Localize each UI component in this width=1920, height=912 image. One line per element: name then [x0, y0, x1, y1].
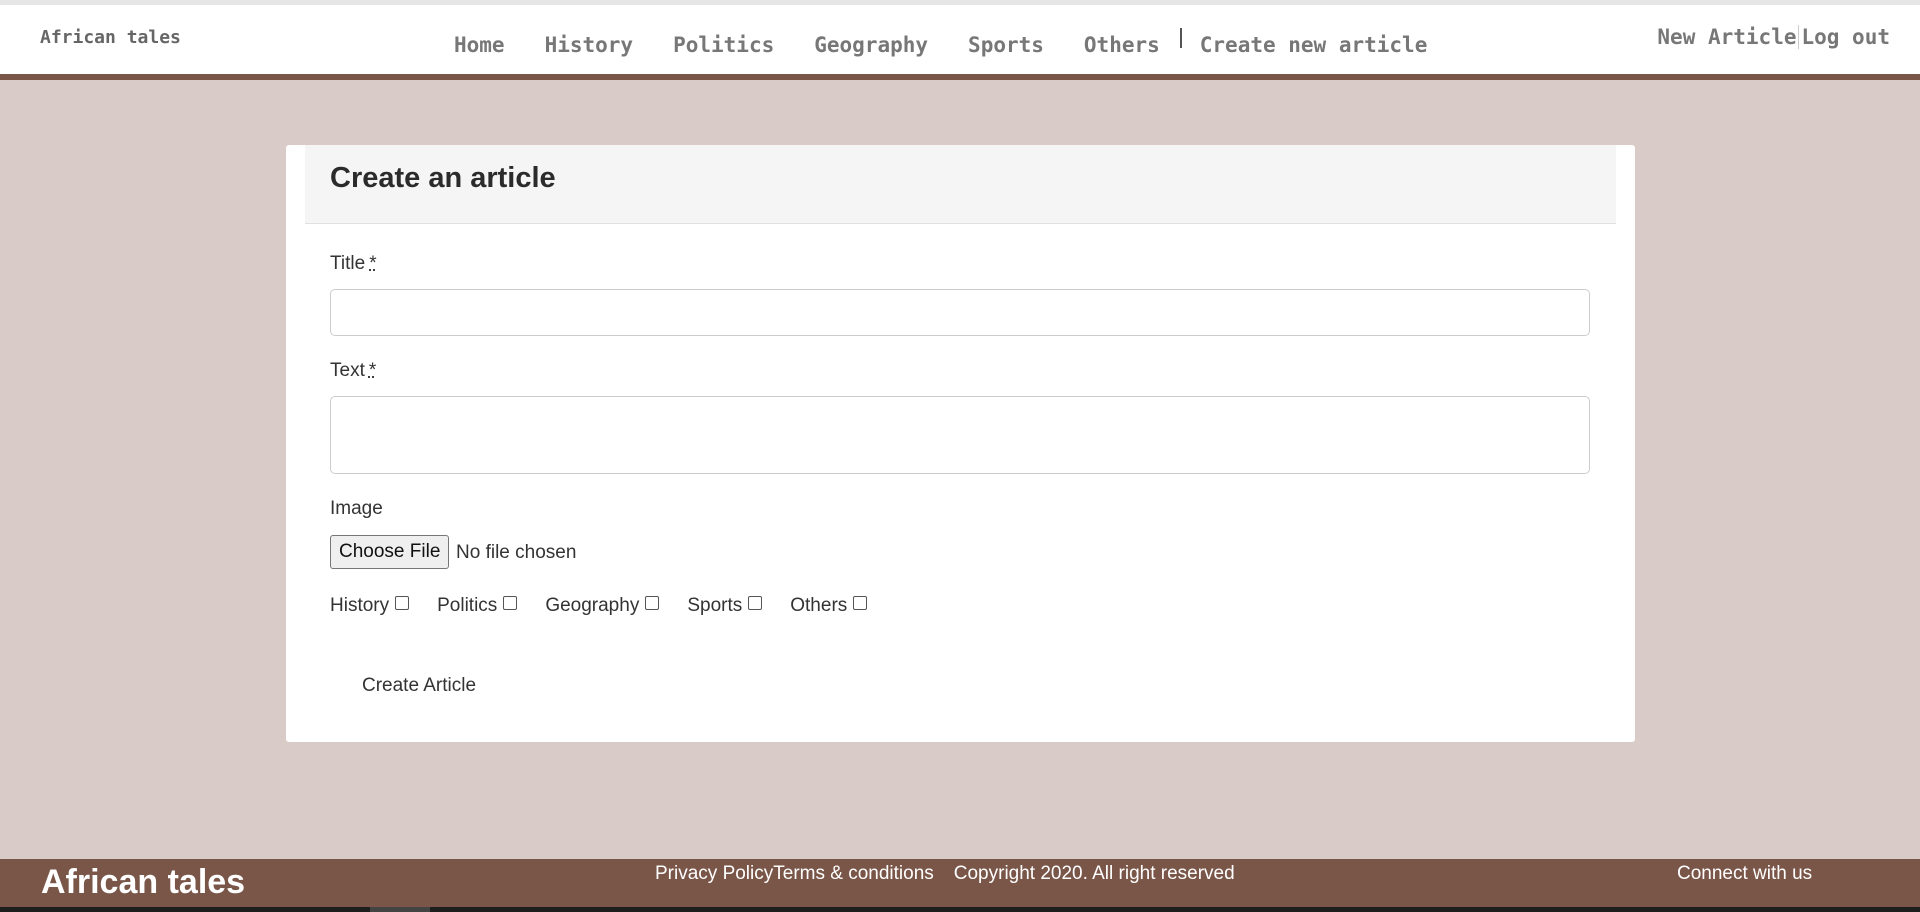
- account-links: New Article Log out: [1657, 25, 1890, 49]
- create-article-button[interactable]: Create Article: [362, 675, 476, 697]
- brand-logo-link[interactable]: African tales: [40, 27, 181, 48]
- category-sports-label: Sports: [687, 595, 743, 616]
- category-politics-label: Politics: [437, 595, 498, 616]
- category-others-checkbox[interactable]: [853, 596, 868, 610]
- copyright-text: Copyright 2020. All right reserved: [953, 863, 1235, 884]
- nav-sports[interactable]: Sports: [968, 33, 1044, 57]
- top-navbar: African tales Home History Politics Geog…: [0, 0, 1920, 80]
- category-sports[interactable]: Sports: [687, 595, 763, 617]
- footer-links: Privacy Policy Terms & conditions Copyri…: [655, 863, 1235, 885]
- nav-history[interactable]: History: [545, 33, 634, 57]
- required-marker: *: [369, 253, 377, 274]
- choose-file-button[interactable]: Choose File: [330, 535, 450, 569]
- title-label-text: Title: [330, 253, 366, 274]
- connect-with-us: Connect with us: [1677, 863, 1813, 884]
- category-geography-checkbox[interactable]: [645, 596, 660, 610]
- text-label-text: Text: [330, 360, 365, 381]
- text-label: Text *: [330, 360, 376, 382]
- file-status-text: No file chosen: [456, 542, 577, 563]
- category-politics[interactable]: Politics: [437, 595, 518, 617]
- terms-link[interactable]: Terms & conditions: [773, 863, 934, 885]
- new-article-link[interactable]: New Article: [1657, 25, 1796, 49]
- category-checkboxes: History Politics Geography Sports Others: [330, 595, 895, 617]
- main-nav: Home History Politics Geography Sports O…: [454, 28, 1428, 57]
- category-history-label: History: [330, 595, 390, 616]
- nav-others[interactable]: Others: [1084, 33, 1160, 57]
- category-history-checkbox[interactable]: [395, 596, 410, 610]
- create-article-card: Create an article Title * Text * Image Cho…: [286, 145, 1635, 742]
- category-geography-label: Geography: [545, 595, 640, 616]
- privacy-policy-link[interactable]: Privacy Policy: [655, 863, 773, 885]
- nav-politics[interactable]: Politics: [673, 33, 774, 57]
- nav-divider: [1179, 28, 1182, 48]
- footer-brand: African tales: [41, 863, 246, 901]
- taskbar-tab: [370, 907, 430, 912]
- nav-create-new-article[interactable]: Create new article: [1200, 33, 1428, 57]
- account-links-separator: [1798, 25, 1800, 49]
- image-label: Image: [330, 498, 383, 519]
- category-geography[interactable]: Geography: [545, 595, 660, 617]
- nav-home[interactable]: Home: [454, 33, 505, 57]
- bottom-taskbar-strip: [0, 907, 1920, 912]
- title-label: Title *: [330, 253, 377, 275]
- nav-geography[interactable]: Geography: [814, 33, 928, 57]
- card-header: Create an article: [305, 145, 1616, 224]
- required-marker: *: [368, 360, 377, 381]
- category-others[interactable]: Others: [790, 595, 868, 617]
- category-history[interactable]: History: [330, 595, 410, 617]
- category-sports-checkbox[interactable]: [748, 596, 763, 610]
- title-input[interactable]: [330, 289, 1590, 336]
- category-others-label: Others: [790, 595, 848, 616]
- site-footer: African tales Privacy Policy Terms & con…: [0, 859, 1920, 907]
- text-textarea[interactable]: [330, 396, 1590, 474]
- logout-link[interactable]: Log out: [1801, 25, 1890, 49]
- page-title: Create an article: [330, 162, 556, 194]
- category-politics-checkbox[interactable]: [503, 596, 518, 610]
